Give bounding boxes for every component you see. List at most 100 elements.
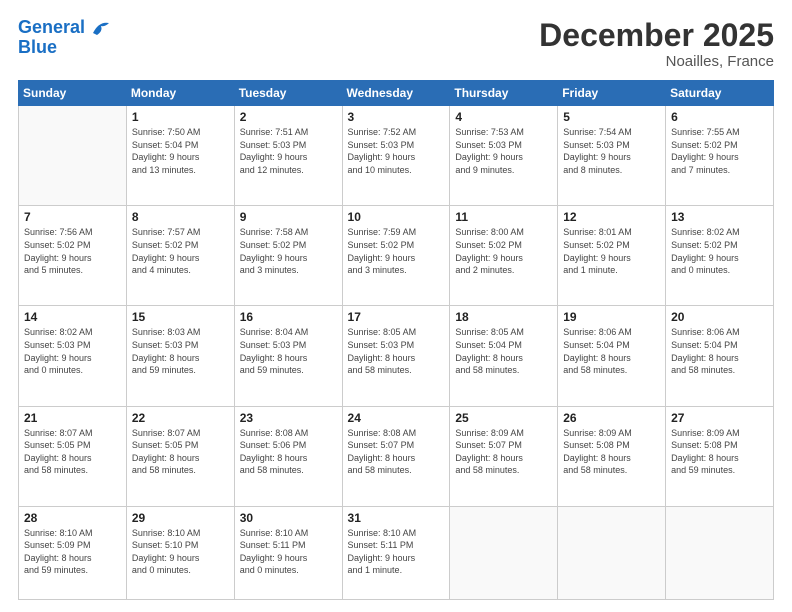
calendar-cell: 24Sunrise: 8:08 AM Sunset: 5:07 PM Dayli… [342,406,450,506]
calendar-cell: 27 Sunrise: 8:09 AM Sunset: 5:08 PM Dayli… [666,406,774,506]
day-info: Sunrise: 8:05 AM Sunset: 5:03 PM Dayligh… [348,326,445,376]
logo-text: General [18,18,111,38]
day-number: 24 [348,411,445,425]
logo-bird-icon [91,19,111,37]
calendar-cell: 11 Sunrise: 8:00 AM Sunset: 5:02 PM Dayli… [450,206,558,306]
weekday-header-tuesday: Tuesday [234,81,342,106]
calendar-week-row: 1 Sunrise: 7:50 AM Sunset: 5:04 PM Daylig… [19,106,774,206]
day-number: 31 [348,511,445,525]
calendar-cell: 10Sunrise: 7:59 AM Sunset: 5:02 PM Dayli… [342,206,450,306]
weekday-header-friday: Friday [558,81,666,106]
weekday-header-saturday: Saturday [666,81,774,106]
day-number: 16 [240,310,337,324]
day-number: 3 [348,110,445,124]
calendar-cell: 25Sunrise: 8:09 AM Sunset: 5:07 PM Dayli… [450,406,558,506]
day-number: 7 [24,210,121,224]
calendar-cell [666,506,774,599]
day-number: 2 [240,110,337,124]
day-info: Sunrise: 8:09 AM Sunset: 5:08 PM Dayligh… [563,427,660,477]
day-info: Sunrise: 7:54 AM Sunset: 5:03 PM Dayligh… [563,126,660,176]
day-info: Sunrise: 8:01 AM Sunset: 5:02 PM Dayligh… [563,226,660,276]
day-info: Sunrise: 7:52 AM Sunset: 5:03 PM Dayligh… [348,126,445,176]
day-number: 22 [132,411,229,425]
calendar-cell: 23Sunrise: 8:08 AM Sunset: 5:06 PM Dayli… [234,406,342,506]
day-number: 5 [563,110,660,124]
day-info: Sunrise: 8:06 AM Sunset: 5:04 PM Dayligh… [563,326,660,376]
day-info: Sunrise: 8:09 AM Sunset: 5:07 PM Dayligh… [455,427,552,477]
day-info: Sunrise: 7:53 AM Sunset: 5:03 PM Dayligh… [455,126,552,176]
weekday-header-monday: Monday [126,81,234,106]
calendar-cell: 2 Sunrise: 7:51 AM Sunset: 5:03 PM Daylig… [234,106,342,206]
calendar-cell: 14Sunrise: 8:02 AM Sunset: 5:03 PM Dayli… [19,306,127,406]
header: General Blue December 2025 Noailles, Fra… [18,18,774,70]
calendar-cell [558,506,666,599]
day-info: Sunrise: 8:05 AM Sunset: 5:04 PM Dayligh… [455,326,552,376]
weekday-header-wednesday: Wednesday [342,81,450,106]
day-number: 9 [240,210,337,224]
calendar-cell: 26 Sunrise: 8:09 AM Sunset: 5:08 PM Dayli… [558,406,666,506]
calendar-cell: 8Sunrise: 7:57 AM Sunset: 5:02 PM Daylig… [126,206,234,306]
day-number: 26 [563,411,660,425]
logo: General Blue [18,18,111,58]
day-number: 10 [348,210,445,224]
calendar-cell: 21Sunrise: 8:07 AM Sunset: 5:05 PM Dayli… [19,406,127,506]
day-info: Sunrise: 8:10 AM Sunset: 5:11 PM Dayligh… [240,527,337,577]
day-number: 15 [132,310,229,324]
weekday-header-row: SundayMondayTuesdayWednesdayThursdayFrid… [19,81,774,106]
calendar-cell: 9 Sunrise: 7:58 AM Sunset: 5:02 PM Daylig… [234,206,342,306]
day-info: Sunrise: 7:58 AM Sunset: 5:02 PM Dayligh… [240,226,337,276]
calendar-week-row: 14Sunrise: 8:02 AM Sunset: 5:03 PM Dayli… [19,306,774,406]
day-info: Sunrise: 8:10 AM Sunset: 5:10 PM Dayligh… [132,527,229,577]
calendar-cell: 29 Sunrise: 8:10 AM Sunset: 5:10 PM Dayli… [126,506,234,599]
day-info: Sunrise: 7:55 AM Sunset: 5:02 PM Dayligh… [671,126,768,176]
day-info: Sunrise: 8:08 AM Sunset: 5:06 PM Dayligh… [240,427,337,477]
day-number: 11 [455,210,552,224]
calendar-cell: 16 Sunrise: 8:04 AM Sunset: 5:03 PM Dayli… [234,306,342,406]
day-info: Sunrise: 8:06 AM Sunset: 5:04 PM Dayligh… [671,326,768,376]
day-info: Sunrise: 8:10 AM Sunset: 5:11 PM Dayligh… [348,527,445,577]
calendar-cell: 7Sunrise: 7:56 AM Sunset: 5:02 PM Daylig… [19,206,127,306]
title-block: December 2025 Noailles, France [539,18,774,70]
day-info: Sunrise: 8:09 AM Sunset: 5:08 PM Dayligh… [671,427,768,477]
location: Noailles, France [539,53,774,70]
day-number: 21 [24,411,121,425]
day-number: 1 [132,110,229,124]
day-info: Sunrise: 8:00 AM Sunset: 5:02 PM Dayligh… [455,226,552,276]
calendar-cell: 20 Sunrise: 8:06 AM Sunset: 5:04 PM Dayli… [666,306,774,406]
day-number: 8 [132,210,229,224]
calendar-cell: 30Sunrise: 8:10 AM Sunset: 5:11 PM Dayli… [234,506,342,599]
calendar-cell: 22 Sunrise: 8:07 AM Sunset: 5:05 PM Dayli… [126,406,234,506]
calendar-cell: 18 Sunrise: 8:05 AM Sunset: 5:04 PM Dayli… [450,306,558,406]
day-info: Sunrise: 8:02 AM Sunset: 5:02 PM Dayligh… [671,226,768,276]
day-info: Sunrise: 8:07 AM Sunset: 5:05 PM Dayligh… [132,427,229,477]
day-number: 19 [563,310,660,324]
calendar-cell [450,506,558,599]
day-number: 6 [671,110,768,124]
calendar-week-row: 28Sunrise: 8:10 AM Sunset: 5:09 PM Dayli… [19,506,774,599]
calendar-cell: 4Sunrise: 7:53 AM Sunset: 5:03 PM Daylig… [450,106,558,206]
logo-blue-text: Blue [18,38,111,58]
calendar-cell: 28Sunrise: 8:10 AM Sunset: 5:09 PM Dayli… [19,506,127,599]
day-info: Sunrise: 8:02 AM Sunset: 5:03 PM Dayligh… [24,326,121,376]
calendar-cell: 31 Sunrise: 8:10 AM Sunset: 5:11 PM Dayli… [342,506,450,599]
day-number: 20 [671,310,768,324]
calendar-cell: 3 Sunrise: 7:52 AM Sunset: 5:03 PM Daylig… [342,106,450,206]
day-number: 13 [671,210,768,224]
calendar-week-row: 21 Sunrise: 8:07 AM Sunset: 5:05 PM Dayli… [19,406,774,506]
day-info: Sunrise: 7:50 AM Sunset: 5:04 PM Dayligh… [132,126,229,176]
calendar-cell: 19 Sunrise: 8:06 AM Sunset: 5:04 PM Dayli… [558,306,666,406]
day-number: 27 [671,411,768,425]
month-title: December 2025 [539,18,774,53]
calendar-cell [19,106,127,206]
calendar-cell: 5 Sunrise: 7:54 AM Sunset: 5:03 PM Daylig… [558,106,666,206]
day-number: 29 [132,511,229,525]
day-info: Sunrise: 8:03 AM Sunset: 5:03 PM Dayligh… [132,326,229,376]
calendar-table: SundayMondayTuesdayWednesdayThursdayFrid… [18,80,774,600]
calendar-cell: 1 Sunrise: 7:50 AM Sunset: 5:04 PM Daylig… [126,106,234,206]
day-number: 18 [455,310,552,324]
day-info: Sunrise: 7:51 AM Sunset: 5:03 PM Dayligh… [240,126,337,176]
calendar-week-row: 7Sunrise: 7:56 AM Sunset: 5:02 PM Daylig… [19,206,774,306]
day-number: 12 [563,210,660,224]
calendar-cell: 17Sunrise: 8:05 AM Sunset: 5:03 PM Dayli… [342,306,450,406]
day-info: Sunrise: 8:04 AM Sunset: 5:03 PM Dayligh… [240,326,337,376]
